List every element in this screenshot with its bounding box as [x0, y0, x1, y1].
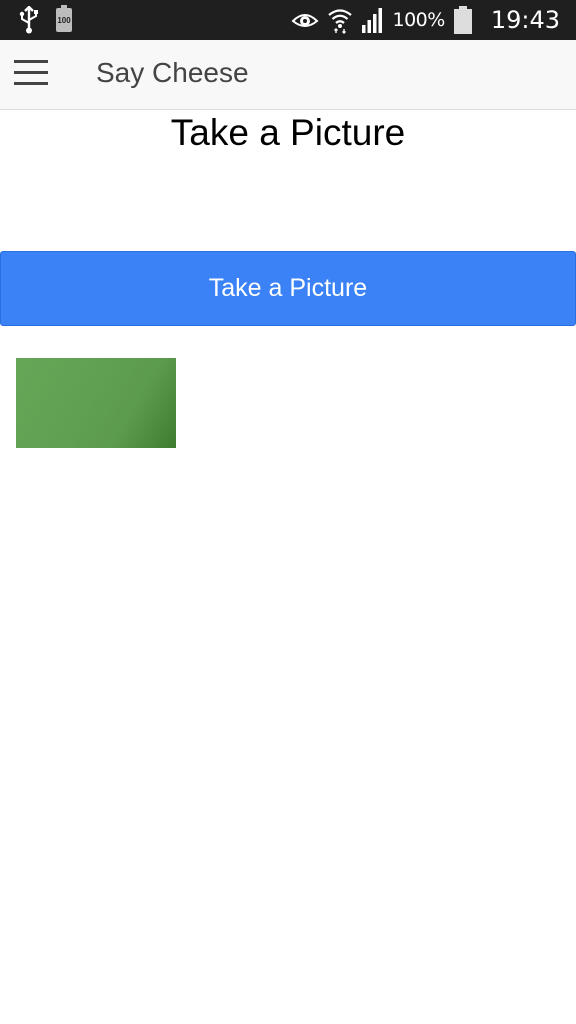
photo-thumbnail [16, 358, 176, 448]
hamburger-menu-icon[interactable] [14, 60, 48, 86]
battery-percent: 100% [392, 9, 446, 31]
page-title: Take a Picture [170, 112, 406, 153]
app-bar: Say Cheese [0, 40, 576, 110]
take-picture-button-label: Take a Picture [208, 274, 368, 302]
battery-small-icon: 100 [56, 5, 72, 32]
usb-icon [19, 6, 38, 34]
clock-time: 19:43 [490, 6, 560, 34]
app-title: Say Cheese [96, 57, 249, 88]
signal-icon [361, 8, 382, 33]
take-picture-button[interactable]: Take a Picture [0, 251, 576, 326]
status-right-icons: 100% 19:43 [291, 4, 560, 36]
status-left-icons: 100 [18, 5, 72, 34]
wifi-icon [327, 9, 352, 34]
eye-icon [291, 14, 318, 27]
battery-icon [453, 6, 472, 34]
status-bar: 100 100% 19:43 [0, 0, 576, 40]
battery-small-label: 100 [57, 15, 71, 25]
